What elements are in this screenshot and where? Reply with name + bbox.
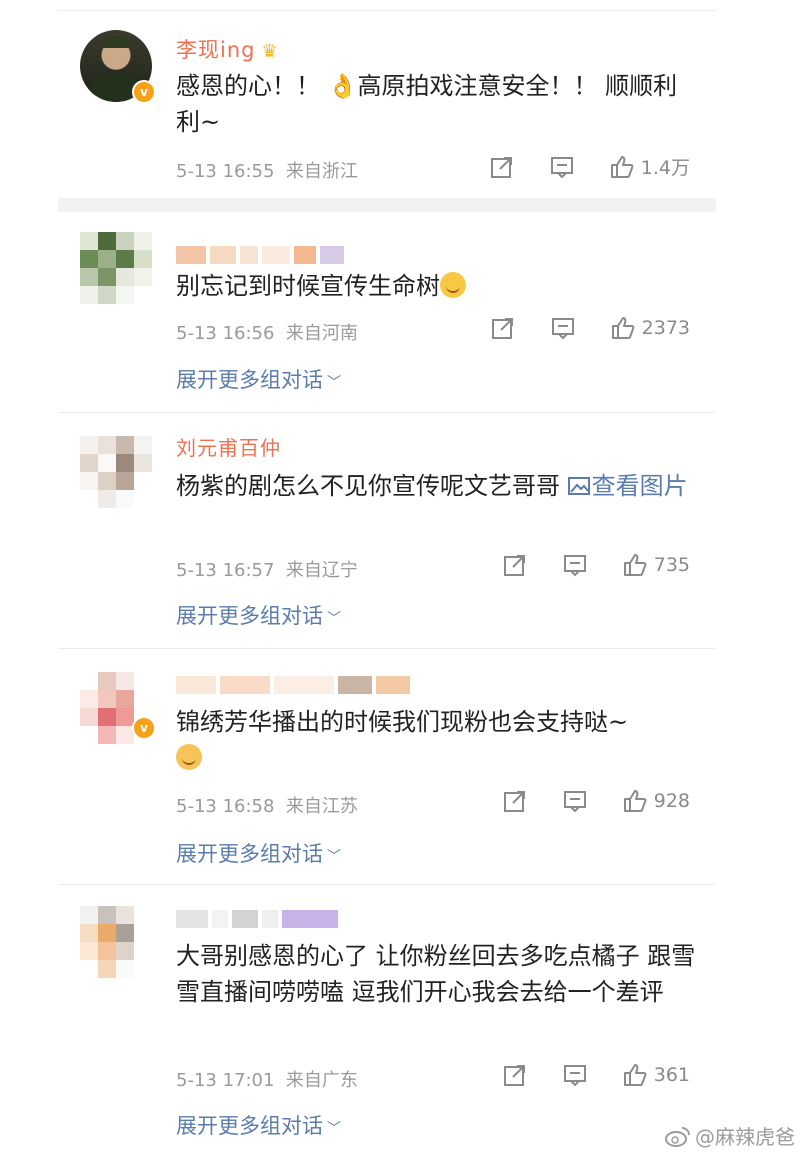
verified-badge-icon: v [132,716,156,740]
comment-feed: v 李现ing ♛ 感恩的心！！ 👌高原拍戏注意安全！！ 顺顺利利~ 5-13 1… [58,0,716,1162]
comment-actions: 2373 [456,315,690,341]
comment-icon [551,318,574,340]
share-button[interactable] [502,1062,528,1088]
expand-conversation-link[interactable]: 展开更多组对话 ﹀ [176,838,341,868]
section-gap [58,198,716,212]
like-icon [610,155,634,178]
comment-text: 大哥别感恩的心了 让你粉丝回去多吃点橘子 跟雪雪直播间唠唠嗑 逗我们开心我会去给… [176,942,696,1006]
verified-badge-icon: v [132,80,156,104]
watermark: @麻辣虎爸 [665,1121,795,1150]
comment-text: 杨紫的剧怎么不见你宣传呢文艺哥哥 查看图片 [176,472,688,500]
avatar[interactable] [80,232,152,304]
chevron-down-icon: ﹀ [327,849,341,865]
username[interactable]: 刘元甫百仲 [176,432,281,461]
comment-meta: 5-13 16:57 来自辽宁 [176,560,358,581]
comment-icon [563,1065,586,1087]
comment-text: 感恩的心！！ 👌高原拍戏注意安全！！ 顺顺利利~ [176,72,678,136]
like-button[interactable]: 735 [622,552,690,578]
image-icon [567,477,590,495]
reply-button[interactable] [562,1062,588,1088]
avatar[interactable] [80,906,152,978]
comment-icon [563,555,586,577]
comment-actions: 928 [468,788,690,814]
comment-text: 锦绣芳华播出的时候我们现粉也会支持哒~ [176,704,696,776]
share-button[interactable] [502,552,528,578]
reply-button[interactable] [550,315,576,341]
comment-meta: 5-13 17:01 来自广东 [176,1070,358,1091]
comment-icon [550,156,573,178]
username-blurred[interactable] [176,676,414,694]
share-icon [503,791,525,812]
share-button[interactable] [490,315,516,341]
share-button[interactable] [502,788,528,814]
comment-meta: 5-13 16:56 来自河南 [176,323,358,344]
username-blurred[interactable] [176,246,348,264]
reply-button[interactable] [549,154,575,180]
view-image-link[interactable]: 查看图片 [567,472,688,500]
share-icon [491,318,513,339]
comment-actions: 735 [468,552,690,578]
share-icon [503,555,525,576]
like-icon [623,554,647,576]
share-button[interactable] [489,154,515,180]
avatar[interactable] [80,436,152,508]
crown-icon: ♛ [261,41,279,62]
expand-conversation-link[interactable]: 展开更多组对话 ﹀ [176,1110,341,1140]
comment-actions: 361 [468,1062,690,1088]
divider [58,648,716,649]
chevron-down-icon: ﹀ [327,1121,341,1137]
comment-actions: 1.4万 [455,153,690,180]
reply-button[interactable] [562,552,588,578]
username-blurred[interactable] [176,910,342,928]
divider [58,412,716,413]
divider [58,10,716,11]
expand-conversation-link[interactable]: 展开更多组对话 ﹀ [176,364,341,394]
like-icon [623,1064,647,1086]
like-button[interactable]: 928 [622,788,690,814]
like-icon [623,790,647,812]
reply-button[interactable] [562,788,588,814]
comment-icon [563,791,586,813]
cute-emoji-icon [176,744,202,770]
share-icon [490,156,512,178]
share-icon [503,1065,525,1086]
like-icon [611,317,635,339]
username[interactable]: 李现ing ♛ [176,34,279,64]
weibo-logo-icon [665,1126,690,1147]
chevron-down-icon: ﹀ [327,375,341,391]
comment-text: 别忘记到时候宣传生命树 [176,268,696,304]
comment-meta: 5-13 16:58 来自江苏 [176,796,358,817]
like-button[interactable]: 2373 [610,315,690,341]
divider [58,884,716,885]
smile-emoji-icon [440,272,466,298]
like-button[interactable]: 361 [622,1062,690,1088]
expand-conversation-link[interactable]: 展开更多组对话 ﹀ [176,600,341,630]
chevron-down-icon: ﹀ [327,611,341,627]
like-button[interactable]: 1.4万 [609,153,690,180]
comment-meta: 5-13 16:55 来自浙江 [176,161,358,182]
